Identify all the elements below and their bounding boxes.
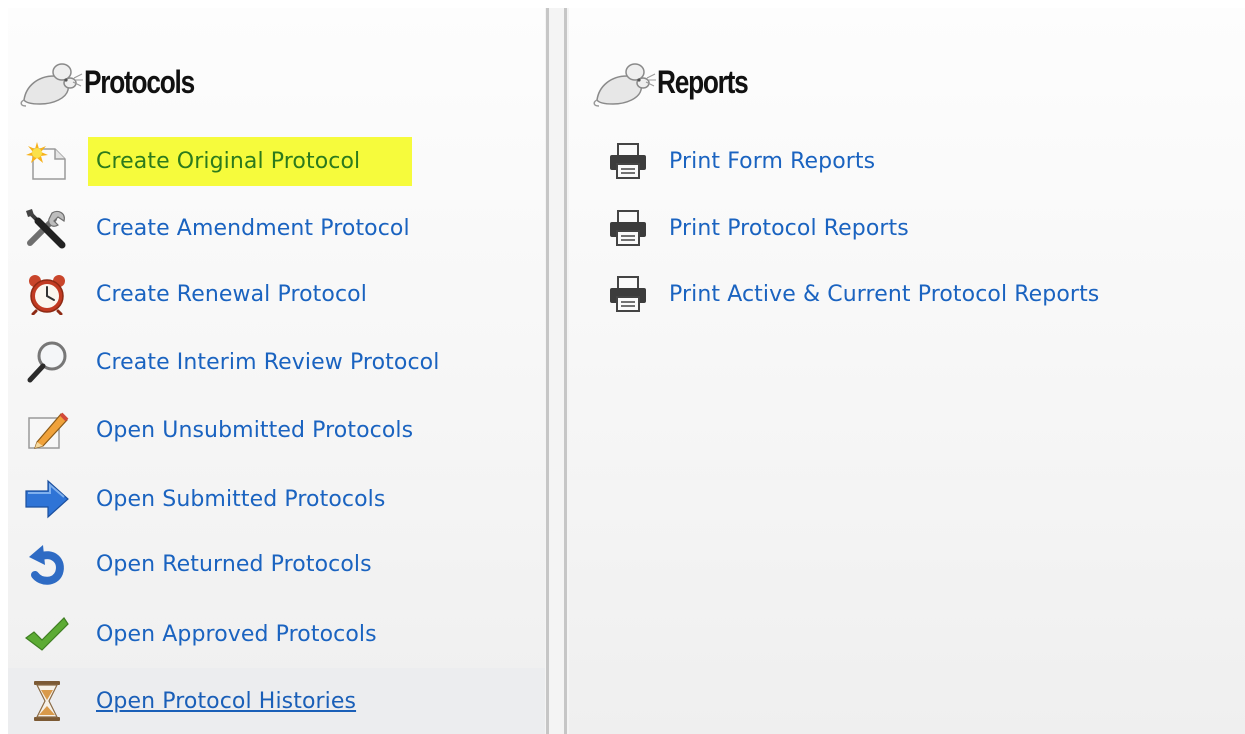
- menu-item-label: Print Protocol Reports: [669, 215, 909, 241]
- reports-title: Reports: [657, 63, 749, 100]
- checkmark-icon: [24, 611, 70, 657]
- arrow-right-icon: [24, 476, 70, 522]
- menu-item-label: Print Active & Current Protocol Reports: [669, 281, 1100, 307]
- menu-item-label: Print Form Reports: [669, 148, 876, 174]
- edit-pencil-icon: [24, 407, 70, 453]
- create-original-protocol-link[interactable]: Create Original Protocol: [8, 131, 545, 191]
- open-protocol-histories-link[interactable]: Open Protocol Histories: [8, 668, 545, 734]
- menu-item-label: Open Protocol Histories: [96, 688, 357, 714]
- open-submitted-protocols-link[interactable]: Open Submitted Protocols: [8, 469, 545, 529]
- printer-icon: [605, 138, 651, 184]
- print-protocol-reports-link[interactable]: Print Protocol Reports: [605, 198, 1245, 258]
- reports-panel: Reports Print Form Reports Print Protoco…: [569, 8, 1245, 734]
- menu-item-label: Create Interim Review Protocol: [96, 349, 440, 375]
- printer-icon: [605, 271, 651, 317]
- menu-item-label: Create Renewal Protocol: [96, 281, 367, 307]
- menu-item-label: Open Unsubmitted Protocols: [96, 417, 414, 443]
- dashboard-frame: Protocols Create Original Protocol Creat…: [8, 8, 1245, 734]
- reports-header: Reports: [591, 56, 767, 108]
- open-approved-protocols-link[interactable]: Open Approved Protocols: [8, 604, 545, 664]
- create-amendment-protocol-link[interactable]: Create Amendment Protocol: [8, 198, 545, 258]
- print-form-reports-link[interactable]: Print Form Reports: [605, 131, 1245, 191]
- protocols-header: Protocols: [18, 56, 218, 108]
- mouse-icon: [20, 63, 83, 107]
- open-unsubmitted-protocols-link[interactable]: Open Unsubmitted Protocols: [8, 400, 545, 460]
- undo-icon: [24, 541, 70, 587]
- alarm-clock-icon: [24, 271, 70, 317]
- hourglass-icon: [24, 678, 70, 724]
- tools-icon: [24, 205, 70, 251]
- printer-icon: [605, 205, 651, 251]
- menu-item-label: Open Returned Protocols: [96, 551, 372, 577]
- menu-item-label: Open Approved Protocols: [96, 621, 377, 647]
- create-interim-review-protocol-link[interactable]: Create Interim Review Protocol: [8, 332, 545, 392]
- menu-item-label: Create Amendment Protocol: [96, 215, 410, 241]
- mouse-icon: [593, 63, 656, 107]
- protocols-panel: Protocols Create Original Protocol Creat…: [8, 8, 545, 734]
- panel-divider: [545, 8, 569, 734]
- create-renewal-protocol-link[interactable]: Create Renewal Protocol: [8, 264, 545, 324]
- new-document-icon: [24, 138, 70, 184]
- open-returned-protocols-link[interactable]: Open Returned Protocols: [8, 534, 545, 594]
- menu-item-label: Create Original Protocol: [88, 136, 413, 186]
- menu-item-label: Open Submitted Protocols: [96, 486, 386, 512]
- print-active-current-protocol-reports-link[interactable]: Print Active & Current Protocol Reports: [605, 264, 1245, 324]
- magnifier-icon: [24, 339, 70, 385]
- protocols-title: Protocols: [84, 63, 195, 100]
